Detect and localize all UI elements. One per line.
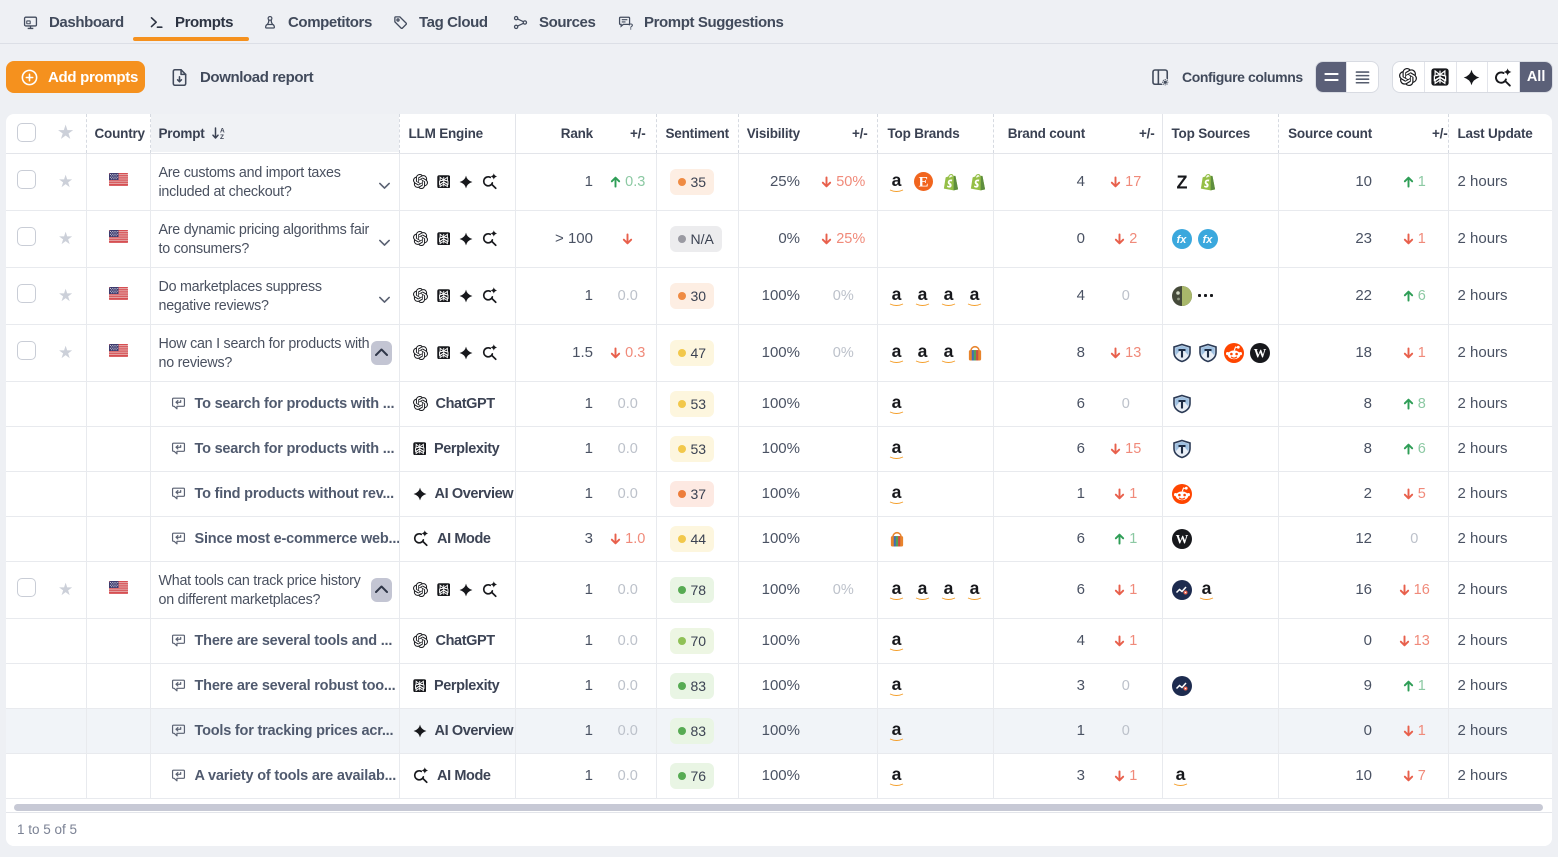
svg-text:?: ? — [628, 22, 633, 30]
